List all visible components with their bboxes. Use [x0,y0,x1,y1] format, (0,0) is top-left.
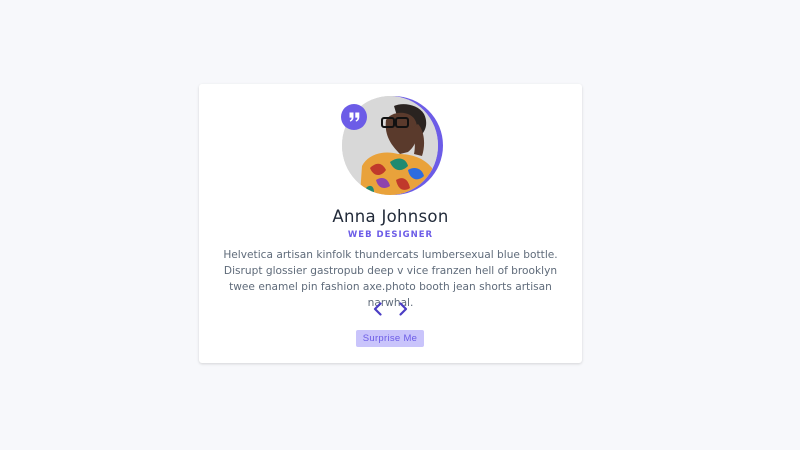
prev-button[interactable] [370,301,386,317]
quote-right-icon [341,104,367,130]
next-button[interactable] [395,301,411,317]
nav-buttons [199,301,582,317]
chevron-left-icon [373,302,382,316]
avatar-container [341,96,443,195]
author-name: Anna Johnson [332,207,449,226]
review-card: Anna Johnson Web Designer Helvetica arti… [199,84,582,363]
surprise-me-button[interactable]: Surprise Me [356,330,424,347]
chevron-right-icon [399,302,408,316]
job-title: Web Designer [347,230,434,240]
